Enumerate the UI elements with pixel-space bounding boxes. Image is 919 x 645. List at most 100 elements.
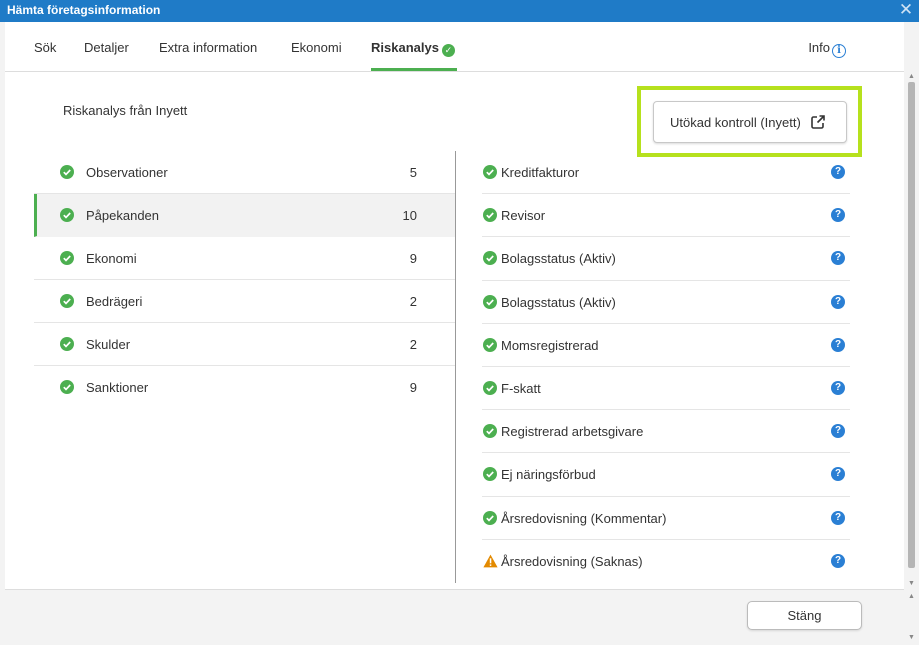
check-item-label: Revisor bbox=[501, 208, 546, 224]
check-item-label: Ej näringsförbud bbox=[501, 467, 596, 483]
tab-detaljer[interactable]: Detaljer bbox=[84, 40, 129, 55]
category-label: Påpekanden bbox=[86, 208, 160, 223]
category-count: 9 bbox=[409, 380, 417, 395]
check-item: Momsregistrerad? bbox=[482, 324, 850, 367]
help-icon[interactable]: ? bbox=[831, 380, 845, 395]
category-item[interactable]: Sanktioner 9 bbox=[34, 366, 455, 409]
tab-sok[interactable]: Sök bbox=[34, 40, 56, 55]
tab-riskanalys[interactable]: Riskanalys ✓ bbox=[371, 40, 455, 57]
extended-check-button[interactable]: Utökad kontroll (Inyett) bbox=[653, 101, 847, 143]
check-item: Årsredovisning (Saknas)? bbox=[482, 540, 850, 583]
close-button[interactable]: Stäng bbox=[747, 601, 862, 630]
check-circle-icon bbox=[60, 208, 74, 222]
tab-extra-information[interactable]: Extra information bbox=[159, 40, 257, 55]
check-list: Kreditfakturor? Revisor? Bolagsstatus (Akt… bbox=[482, 151, 850, 583]
dialog-footer: Stäng bbox=[5, 589, 904, 645]
extended-check-label: Utökad kontroll (Inyett) bbox=[670, 115, 801, 130]
category-item[interactable]: Bedrägeri 2 bbox=[34, 280, 455, 323]
tab-ekonomi[interactable]: Ekonomi bbox=[291, 40, 342, 55]
category-label: Ekonomi bbox=[86, 251, 137, 266]
scroll-down-icon[interactable]: ▼ bbox=[907, 580, 916, 587]
category-item[interactable]: Påpekanden 10 bbox=[34, 194, 455, 237]
check-item: Revisor? bbox=[482, 194, 850, 238]
check-circle-icon bbox=[60, 165, 74, 179]
category-item[interactable]: Ekonomi 9 bbox=[34, 237, 455, 280]
active-tab-indicator bbox=[371, 68, 457, 71]
check-circle-icon bbox=[60, 251, 74, 265]
help-icon[interactable]: ? bbox=[831, 208, 845, 223]
risk-analysis-panel: Riskanalys från Inyett Utökad kontroll (… bbox=[5, 72, 904, 589]
scroll-up-icon[interactable]: ▲ bbox=[907, 593, 916, 600]
help-icon[interactable]: ? bbox=[831, 337, 845, 352]
help-icon[interactable]: ? bbox=[831, 165, 845, 179]
scrollbar-thumb[interactable] bbox=[908, 82, 915, 568]
check-circle-icon bbox=[60, 380, 74, 394]
check-item: Bolagsstatus (Aktiv)? bbox=[482, 237, 850, 281]
help-icon[interactable]: ? bbox=[831, 424, 845, 439]
info-icon: i bbox=[832, 44, 846, 58]
vertical-scrollbar[interactable]: ▲ ▼ bbox=[904, 72, 919, 589]
category-item[interactable]: Skulder 2 bbox=[34, 323, 455, 366]
check-item-label: Bolagsstatus (Aktiv) bbox=[501, 294, 616, 310]
category-count: 5 bbox=[409, 165, 417, 180]
check-circle-icon bbox=[483, 467, 497, 482]
check-item: Bolagsstatus (Aktiv)? bbox=[482, 281, 850, 324]
category-item-content: Sanktioner 9 bbox=[60, 366, 425, 409]
category-count: 9 bbox=[409, 251, 417, 266]
window-title: Hämta företagsinformation bbox=[7, 3, 161, 17]
check-item: F-skatt? bbox=[482, 367, 850, 411]
check-circle-icon bbox=[60, 337, 74, 351]
check-item-label: F-skatt bbox=[501, 380, 541, 396]
category-item-content: Påpekanden 10 bbox=[60, 194, 425, 237]
category-label: Observationer bbox=[86, 165, 168, 180]
check-item: Registrerad arbetsgivare? bbox=[482, 410, 850, 454]
category-item-content: Ekonomi 9 bbox=[60, 237, 425, 280]
help-icon[interactable]: ? bbox=[831, 510, 845, 525]
check-item-label: Kreditfakturor bbox=[501, 165, 580, 180]
close-icon[interactable]: ✕ bbox=[898, 1, 914, 18]
window-titlebar: Hämta företagsinformation ✕ bbox=[0, 0, 919, 22]
check-item-label: Registrerad arbetsgivare bbox=[501, 424, 644, 440]
category-label: Sanktioner bbox=[86, 380, 149, 395]
check-circle-icon bbox=[483, 337, 497, 352]
scroll-down-icon[interactable]: ▼ bbox=[907, 634, 916, 641]
tab-bar: Sök Detaljer Extra information Ekonomi R… bbox=[5, 22, 904, 72]
info-link[interactable]: Info i bbox=[808, 40, 846, 58]
check-item-label: Momsregistrerad bbox=[501, 337, 599, 353]
warning-icon bbox=[483, 554, 498, 568]
check-item-label: Bolagsstatus (Aktiv) bbox=[501, 251, 616, 267]
category-item-content: Observationer 5 bbox=[60, 151, 425, 194]
check-circle-icon bbox=[483, 208, 497, 223]
help-icon[interactable]: ? bbox=[831, 294, 845, 309]
tab-riskanalys-label: Riskanalys bbox=[371, 40, 439, 55]
check-circle-icon bbox=[483, 510, 497, 525]
external-link-icon bbox=[810, 114, 826, 133]
column-divider bbox=[455, 151, 456, 583]
check-circle-icon bbox=[483, 165, 497, 179]
category-item-content: Skulder 2 bbox=[60, 323, 425, 366]
check-circle-icon bbox=[483, 424, 497, 439]
category-label: Skulder bbox=[86, 337, 131, 352]
check-circle-icon bbox=[483, 380, 497, 395]
footer-scrollbar[interactable]: ▲ ▼ bbox=[904, 589, 919, 645]
category-list: Observationer 5 Påpekanden 10 Ekonomi 9 Bedräg… bbox=[34, 151, 455, 409]
check-circle-icon bbox=[60, 294, 74, 308]
category-item-content: Bedrägeri 2 bbox=[60, 280, 425, 323]
category-count: 2 bbox=[409, 337, 417, 352]
help-icon[interactable]: ? bbox=[831, 553, 845, 568]
check-item: Årsredovisning (Kommentar)? bbox=[482, 497, 850, 540]
check-circle-icon: ✓ bbox=[441, 44, 455, 57]
scroll-up-icon[interactable]: ▲ bbox=[907, 73, 916, 80]
check-circle-icon bbox=[483, 294, 497, 309]
help-icon[interactable]: ? bbox=[831, 251, 845, 266]
category-count: 2 bbox=[409, 294, 417, 309]
category-label: Bedrägeri bbox=[86, 294, 143, 309]
check-item: Ej näringsförbud? bbox=[482, 453, 850, 497]
info-label: Info bbox=[808, 40, 830, 55]
category-count: 10 bbox=[402, 208, 417, 223]
section-title: Riskanalys från Inyett bbox=[63, 103, 188, 118]
check-item-label: Årsredovisning (Kommentar) bbox=[501, 510, 667, 526]
check-item-label: Årsredovisning (Saknas) bbox=[501, 553, 643, 569]
category-item[interactable]: Observationer 5 bbox=[34, 151, 455, 194]
help-icon[interactable]: ? bbox=[831, 467, 845, 482]
